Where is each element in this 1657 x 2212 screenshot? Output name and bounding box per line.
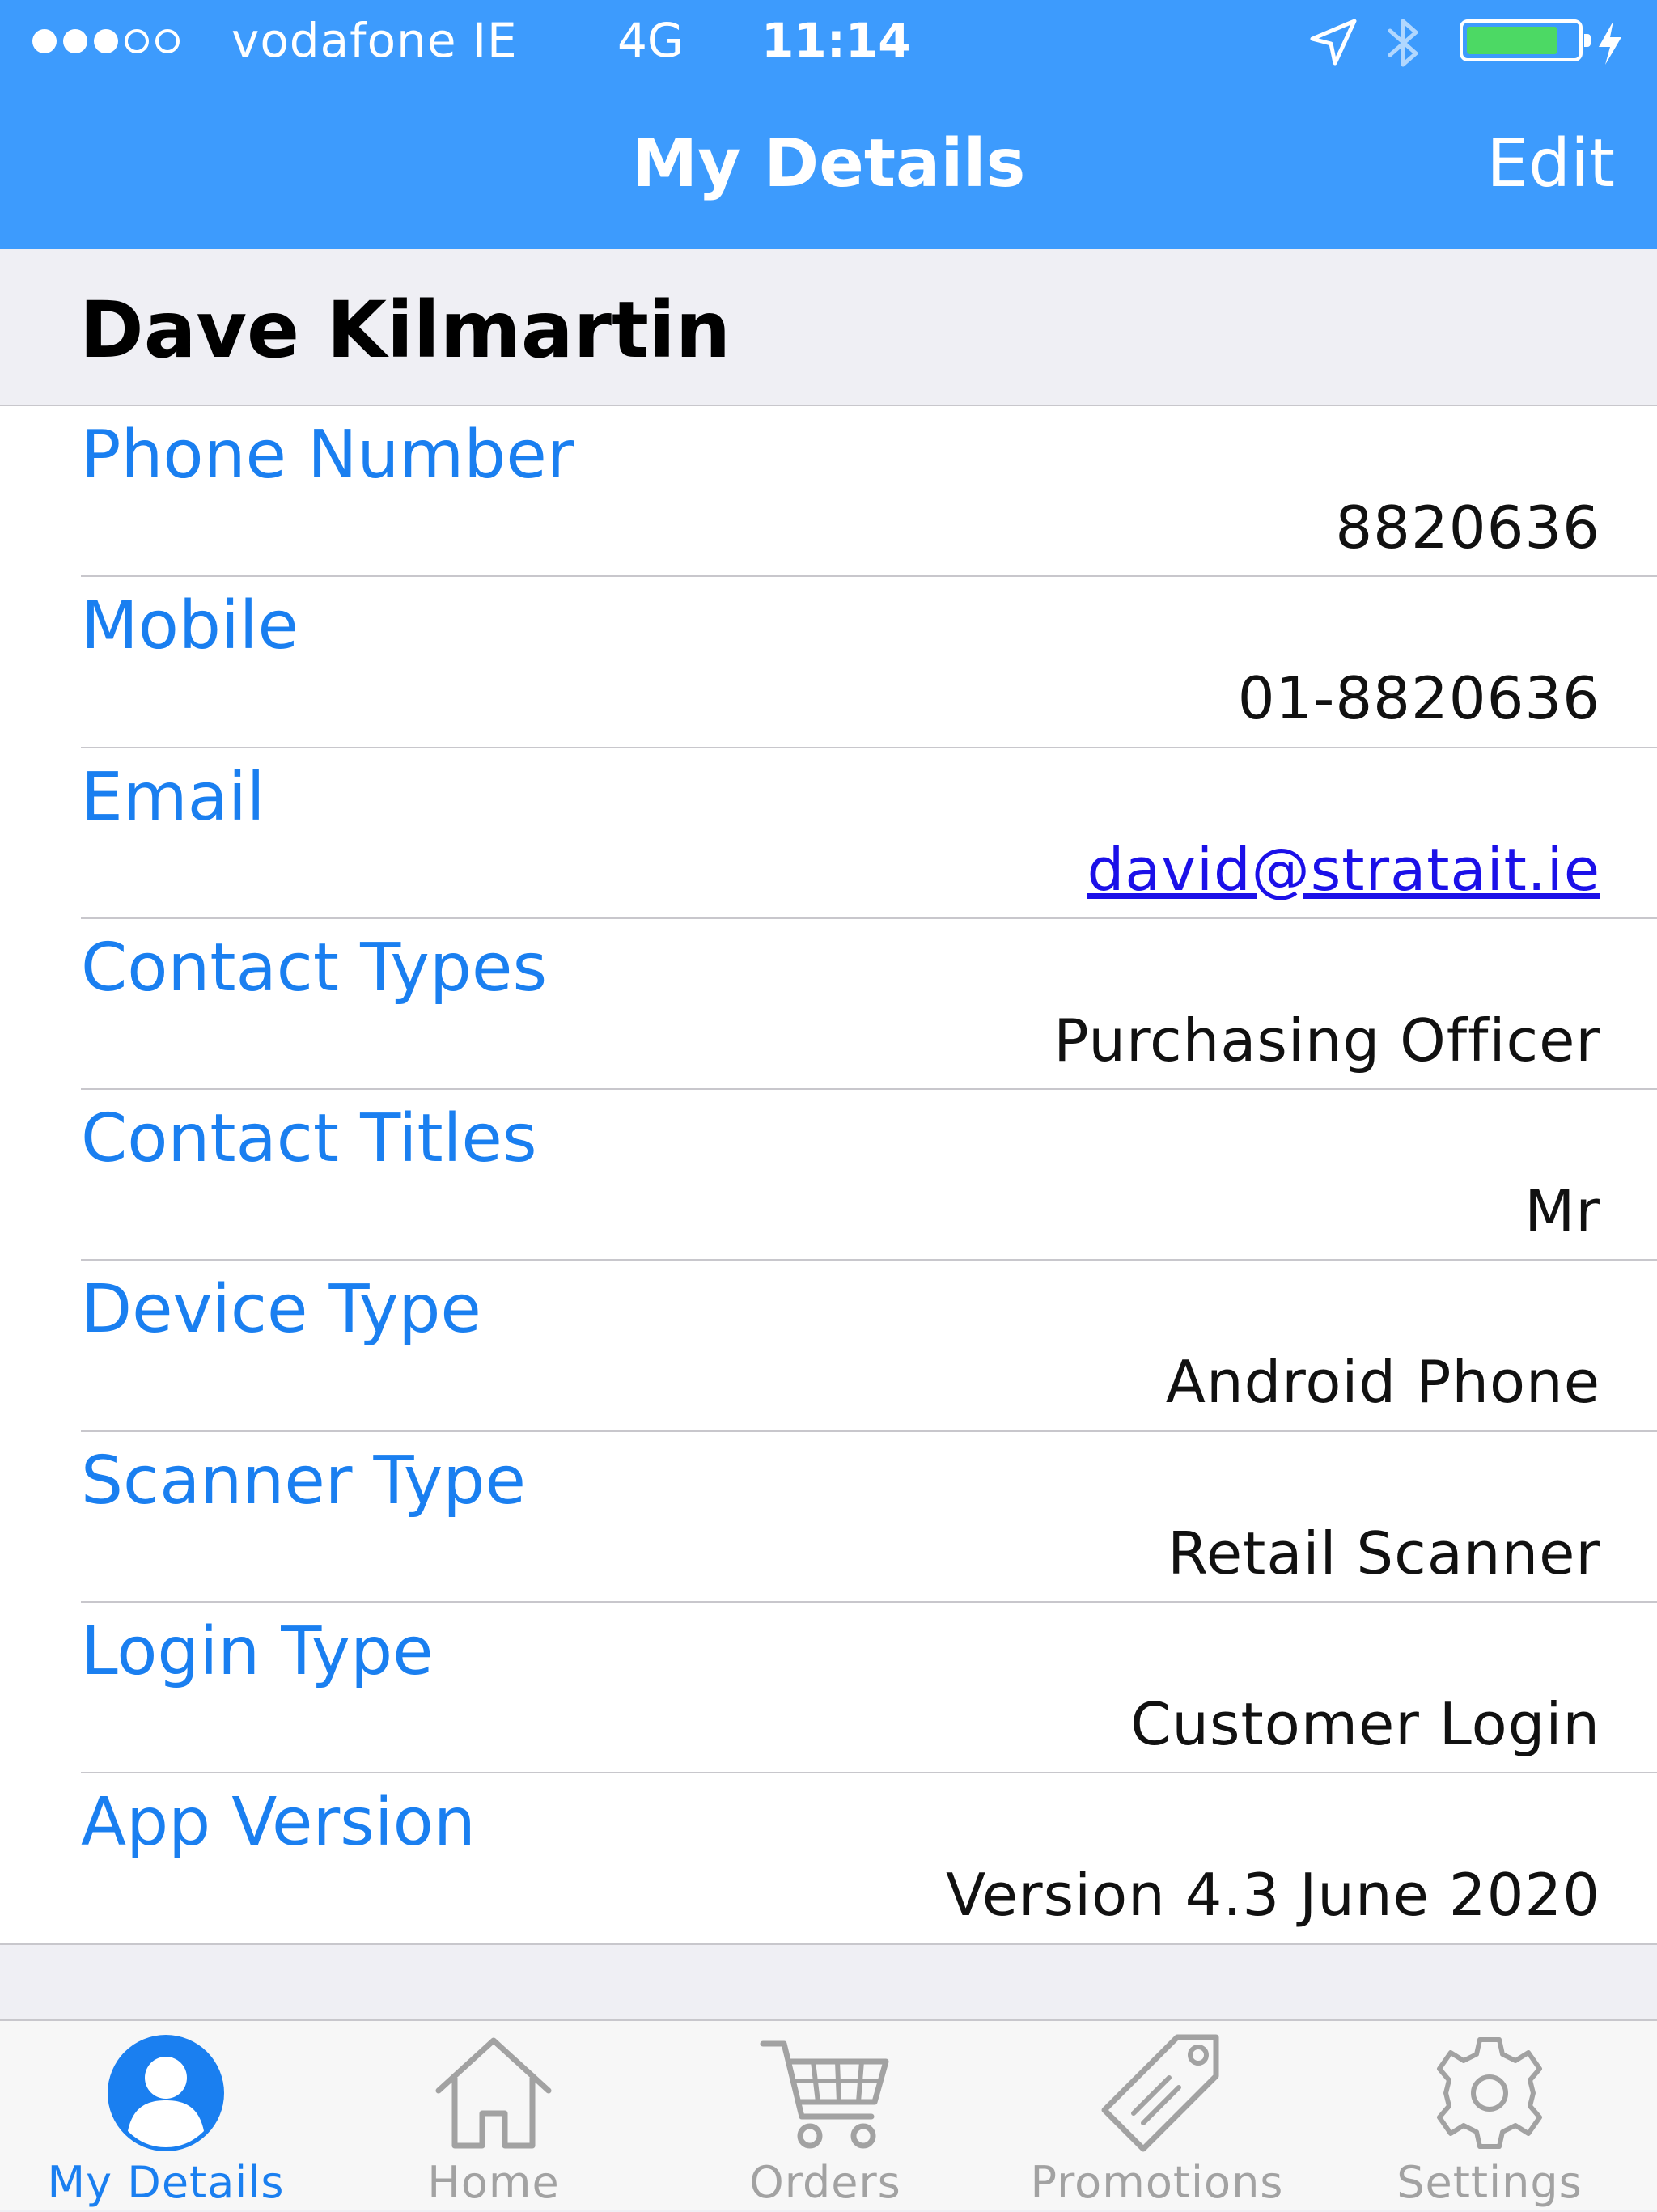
cart-icon — [760, 2040, 889, 2149]
carrier-name: vodafone IE — [231, 13, 518, 68]
email-link[interactable]: david@stratait.ie — [1087, 829, 1600, 910]
bluetooth-icon — [1388, 19, 1418, 67]
tab-label: Settings — [1396, 2157, 1583, 2208]
detail-label: App Version — [81, 1784, 476, 1862]
detail-label: Device Type — [81, 1271, 481, 1349]
detail-value: Android Phone — [1165, 1348, 1600, 1417]
signal-strength-icon — [32, 29, 180, 53]
detail-row-login-type: Login Type Customer Login — [0, 1603, 1657, 1774]
detail-row-phone-number: Phone Number 8820636 — [0, 406, 1657, 578]
status-bar: vodafone IE 4G 11:14 — [0, 0, 1657, 81]
charging-icon — [1599, 21, 1621, 65]
status-time: 11:14 — [761, 13, 911, 68]
detail-value: Retail Scanner — [1168, 1519, 1600, 1587]
tab-orders[interactable]: Orders — [659, 2021, 991, 2212]
tab-promotions[interactable]: Promotions — [991, 2021, 1323, 2212]
tab-settings[interactable]: Settings — [1324, 2021, 1655, 2212]
detail-label: Mobile — [81, 587, 299, 665]
detail-value: Mr — [1524, 1177, 1600, 1246]
detail-value: 8820636 — [1335, 494, 1600, 561]
contact-header: Dave Kilmartin — [0, 249, 1657, 406]
page-title: My Details — [631, 125, 1026, 202]
detail-label: Contact Titles — [81, 1100, 537, 1178]
navigation-header: vodafone IE 4G 11:14 My Details Edit — [0, 0, 1657, 249]
detail-row-contact-titles: Contact Titles Mr — [0, 1090, 1657, 1261]
tab-my-details[interactable]: My Details — [0, 2021, 332, 2212]
tab-label: Promotions — [1030, 2157, 1284, 2208]
edit-button[interactable]: Edit — [1486, 120, 1615, 209]
detail-row-device-type: Device Type Android Phone — [0, 1261, 1657, 1433]
tab-label: My Details — [47, 2157, 285, 2208]
detail-label: Email — [81, 758, 265, 836]
detail-label: Phone Number — [81, 417, 574, 494]
detail-row-app-version: App Version Version 4.3 June 2020 — [0, 1773, 1657, 1944]
detail-row-scanner-type: Scanner Type Retail Scanner — [0, 1432, 1657, 1604]
detail-value: 01-8820636 — [1237, 664, 1600, 733]
home-icon — [435, 2037, 552, 2149]
detail-row-mobile: Mobile 01-8820636 — [0, 577, 1657, 748]
tag-icon — [1101, 2034, 1219, 2152]
person-icon — [108, 2035, 224, 2151]
detail-value: Customer Login — [1130, 1690, 1600, 1759]
contact-name: Dave Kilmartin — [79, 285, 731, 375]
detail-value: Purchasing Officer — [1053, 1006, 1600, 1074]
detail-value: Version 4.3 June 2020 — [946, 1861, 1600, 1930]
tab-home[interactable]: Home — [328, 2021, 659, 2212]
detail-label: Login Type — [81, 1613, 434, 1691]
location-arrow-icon — [1310, 19, 1357, 66]
network-type: 4G — [617, 13, 684, 68]
detail-row-contact-types: Contact Types Purchasing Officer — [0, 919, 1657, 1091]
detail-row-email: Email david@stratait.ie — [0, 748, 1657, 920]
details-list: Phone Number 8820636 Mobile 01-8820636 E… — [0, 406, 1657, 1945]
detail-label: Contact Types — [81, 929, 548, 1006]
battery-icon — [1460, 19, 1591, 61]
gear-icon — [1437, 2037, 1542, 2149]
tab-label: Home — [427, 2157, 560, 2208]
tab-bar: My Details Home Orders Promotions Settin… — [0, 2019, 1657, 2210]
tab-label: Orders — [749, 2157, 901, 2208]
detail-label: Scanner Type — [81, 1442, 526, 1519]
